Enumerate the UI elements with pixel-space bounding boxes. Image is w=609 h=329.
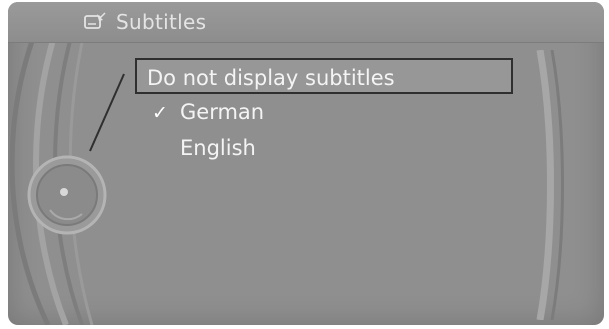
display-screen: Subtitles Do not display subtitles ✓ Germ… xyxy=(8,2,604,325)
option-label: Do not display subtitles xyxy=(147,66,395,90)
option-do-not-display[interactable]: Do not display subtitles xyxy=(135,58,513,94)
right-scroll-arc xyxy=(536,50,564,320)
option-label: English xyxy=(180,136,256,160)
option-label: German xyxy=(180,100,265,124)
checkmark-icon: ✓ xyxy=(152,102,168,124)
option-german[interactable]: ✓ German xyxy=(152,94,452,130)
controller-knob-icon[interactable] xyxy=(24,152,110,238)
option-english[interactable]: English xyxy=(152,130,452,166)
